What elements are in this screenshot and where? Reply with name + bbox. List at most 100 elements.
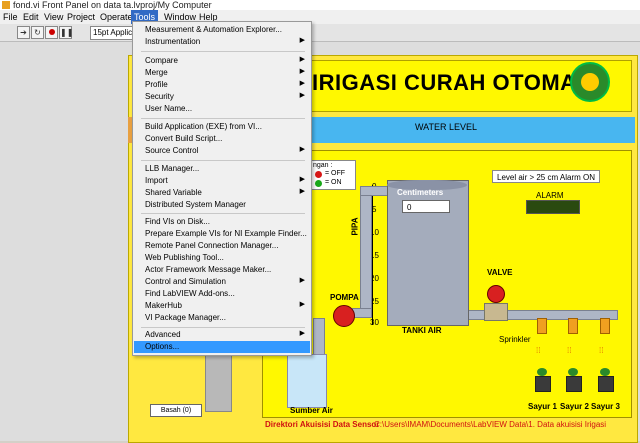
water-drops-icon: ⁞⁞ — [599, 346, 604, 355]
pause-icon[interactable]: ❚❚ — [59, 26, 73, 39]
submenu-arrow-icon: ▶ — [299, 146, 305, 153]
pump-outlet-pipe — [352, 308, 372, 318]
valve-icon[interactable] — [487, 285, 505, 303]
run-continuous-icon[interactable]: ↻ — [31, 26, 44, 39]
pump-inlet-pipe — [313, 318, 325, 358]
veg-label: Sayur 1 — [528, 402, 557, 411]
water-drops-icon: ⁞⁞ — [536, 346, 541, 355]
menu-file[interactable]: File — [3, 10, 18, 24]
menu-separator — [141, 51, 305, 52]
menu-item[interactable]: Compare — [145, 55, 178, 67]
menu-item[interactable]: LLB Manager... — [145, 163, 199, 175]
abort-icon[interactable] — [45, 26, 58, 39]
menu-item[interactable]: Web Publishing Tool... — [145, 252, 224, 264]
menu-item[interactable]: Actor Framework Message Maker... — [145, 264, 271, 276]
menu-item[interactable]: Merge — [145, 67, 168, 79]
scale-tick: 5 — [372, 205, 377, 214]
menu-operate[interactable]: Operate — [100, 10, 133, 24]
veg-label: Sayur 2 — [560, 402, 589, 411]
water-drops-icon: ⁞⁞ — [567, 346, 572, 355]
tank-unit-label: Centimeters — [397, 188, 444, 197]
data-dir-path[interactable]: C:\Users\IMAM\Documents\LabVIEW Data\1. … — [374, 420, 606, 429]
page-title: IRIGASI CURAH OTOMATIS — [312, 70, 611, 95]
level-status-text: Level air > 25 cm Alarm ON — [492, 170, 600, 183]
valve-body — [484, 303, 508, 321]
submenu-arrow-icon: ▶ — [299, 56, 305, 63]
menu-item[interactable]: Advanced — [145, 329, 181, 341]
data-dir-label: Direktori Akuisisi Data Sensor — [265, 420, 380, 429]
moisture-indicator: Basah (0) — [150, 404, 202, 417]
plant-pot-icon — [566, 376, 582, 392]
menu-item[interactable]: VI Package Manager... — [145, 312, 226, 324]
labview-app-icon — [2, 1, 10, 9]
water-source-image — [287, 354, 327, 408]
menu-edit[interactable]: Edit — [23, 10, 39, 24]
menu-item[interactable]: Remote Panel Connection Manager... — [145, 240, 278, 252]
plant-icon — [600, 368, 610, 376]
top-pipe — [360, 186, 390, 196]
sprinkler-icon — [568, 318, 578, 334]
scale-tick: 30 — [370, 318, 379, 327]
pump-icon[interactable] — [333, 305, 355, 327]
menu-view[interactable]: View — [44, 10, 63, 24]
pipe-label: PIPA — [350, 217, 360, 236]
tools-menu: Measurement & Automation Explorer... Ins… — [132, 21, 312, 356]
led-legend: ngan : = OFF = ON — [310, 160, 356, 190]
menu-separator — [141, 327, 305, 328]
menu-item-options[interactable]: Options... — [145, 341, 179, 353]
submenu-arrow-icon: ▶ — [299, 92, 305, 99]
led-off-icon — [315, 171, 322, 178]
university-logo-icon — [570, 62, 610, 102]
plant-icon — [568, 368, 578, 376]
submenu-arrow-icon: ▶ — [299, 68, 305, 75]
menu-item[interactable]: Convert Build Script... — [145, 133, 222, 145]
menu-item[interactable]: Shared Variable — [145, 187, 202, 199]
menu-item[interactable]: Source Control — [145, 145, 198, 157]
submenu-arrow-icon: ▶ — [299, 277, 305, 284]
menu-item[interactable]: Import — [145, 175, 168, 187]
submenu-arrow-icon: ▶ — [299, 80, 305, 87]
menu-project[interactable]: Project — [67, 10, 95, 24]
submenu-arrow-icon: ▶ — [299, 301, 305, 308]
font-select[interactable]: 15pt Applic — [90, 26, 134, 40]
legend-heading: ngan : — [313, 162, 333, 169]
valve-label: VALVE — [487, 268, 513, 277]
plant-icon — [537, 368, 547, 376]
legend-on-label: = ON — [325, 179, 342, 186]
menu-item[interactable]: Find VIs on Disk... — [145, 216, 210, 228]
plant-pot-icon — [598, 376, 614, 392]
led-on-icon — [315, 180, 322, 187]
menu-item[interactable]: Profile — [145, 79, 168, 91]
tank-level-indicator: 0 — [402, 200, 450, 213]
vertical-pipe — [360, 186, 372, 316]
submenu-arrow-icon: ▶ — [299, 37, 305, 44]
menu-item[interactable]: Distributed System Manager — [145, 199, 246, 211]
menu-item[interactable]: Control and Simulation — [145, 276, 226, 288]
window-titlebar: fond.vi Front Panel on data ta.lvproj/My… — [0, 0, 640, 10]
menu-item[interactable]: Find LabVIEW Add-ons... — [145, 288, 235, 300]
menu-item[interactable]: MakerHub — [145, 300, 182, 312]
sprinkler-icon — [600, 318, 610, 334]
pump-label: POMPA — [330, 293, 359, 302]
sprinkler-label: Sprinkler — [499, 335, 531, 344]
menu-separator — [141, 118, 305, 119]
water-level-label: WATER LEVEL — [415, 122, 478, 132]
submenu-arrow-icon: ▶ — [299, 188, 305, 195]
plant-pot-icon — [535, 376, 551, 392]
tank-label: TANKI AIR — [402, 326, 442, 335]
veg-label: Sayur 3 — [591, 402, 620, 411]
legend-off-label: = OFF — [325, 170, 346, 177]
menu-item[interactable]: User Name... — [145, 103, 192, 115]
menu-separator — [141, 213, 305, 214]
menu-item[interactable]: Prepare Example VIs for NI Example Finde… — [145, 228, 307, 240]
menu-item[interactable]: Build Application (EXE) from VI... — [145, 121, 262, 133]
toolbar: ➔ ↻ ❚❚ 15pt Applic — [0, 24, 640, 42]
sprinkler-icon — [537, 318, 547, 334]
menu-item[interactable]: Measurement & Automation Explorer... — [145, 24, 282, 36]
run-arrow-icon[interactable]: ➔ — [17, 26, 30, 39]
menu-separator — [141, 160, 305, 161]
menu-item[interactable]: Instrumentation — [145, 36, 200, 48]
menu-item[interactable]: Security — [145, 91, 174, 103]
window-title: fond.vi Front Panel on data ta.lvproj/My… — [13, 0, 212, 10]
submenu-arrow-icon: ▶ — [299, 330, 305, 337]
